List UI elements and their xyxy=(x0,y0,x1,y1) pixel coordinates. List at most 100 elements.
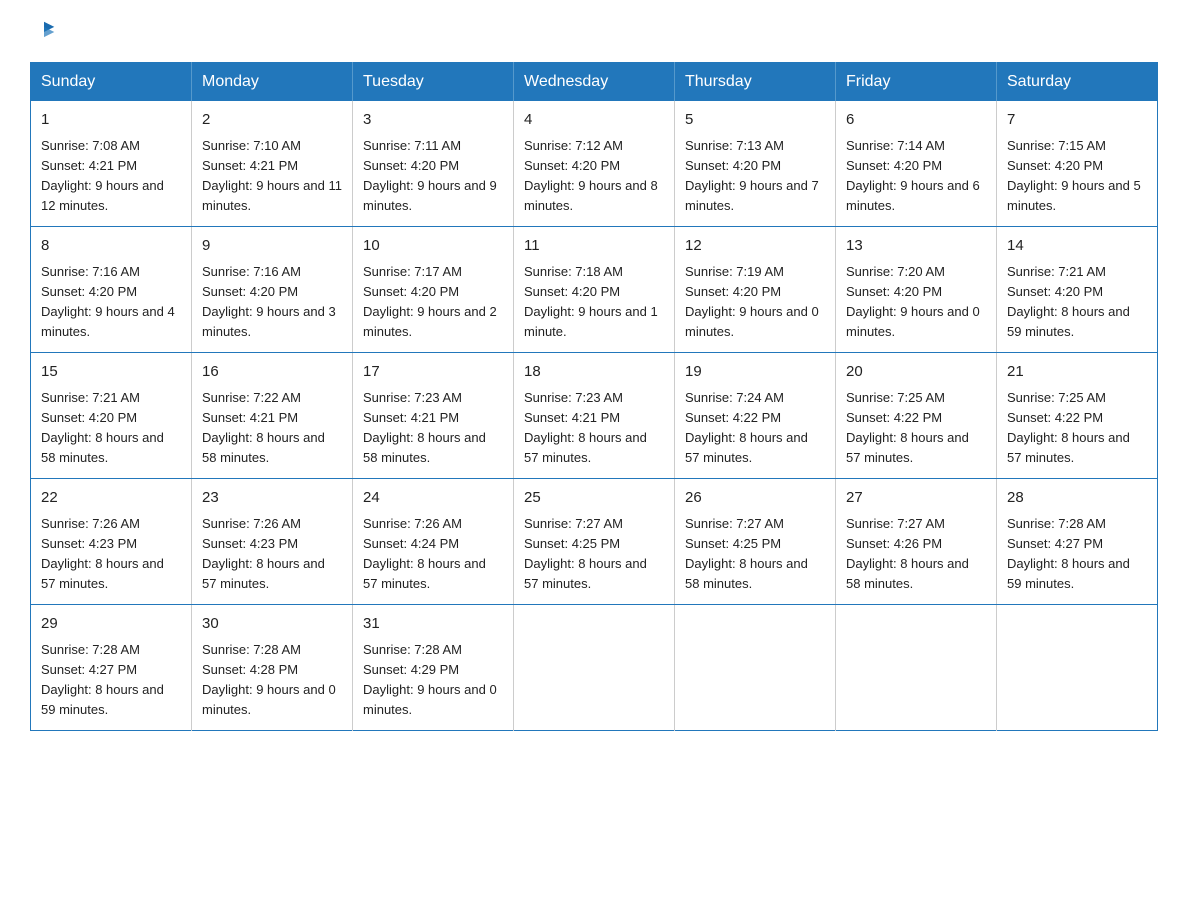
logo-flag-icon xyxy=(32,20,56,44)
calendar-day-cell: 6 Sunrise: 7:14 AM Sunset: 4:20 PM Dayli… xyxy=(836,101,997,227)
weekday-header-sunday: Sunday xyxy=(31,63,192,102)
calendar-week-row: 1 Sunrise: 7:08 AM Sunset: 4:21 PM Dayli… xyxy=(31,101,1158,227)
day-info: Sunrise: 7:23 AM Sunset: 4:21 PM Dayligh… xyxy=(524,388,664,469)
day-number: 27 xyxy=(846,487,986,510)
day-info: Sunrise: 7:27 AM Sunset: 4:25 PM Dayligh… xyxy=(685,514,825,595)
calendar-day-cell: 24 Sunrise: 7:26 AM Sunset: 4:24 PM Dayl… xyxy=(353,479,514,605)
day-info: Sunrise: 7:26 AM Sunset: 4:23 PM Dayligh… xyxy=(202,514,342,595)
calendar-day-cell: 23 Sunrise: 7:26 AM Sunset: 4:23 PM Dayl… xyxy=(192,479,353,605)
calendar-empty-cell xyxy=(997,605,1158,731)
day-number: 24 xyxy=(363,487,503,510)
day-info: Sunrise: 7:27 AM Sunset: 4:25 PM Dayligh… xyxy=(524,514,664,595)
calendar-day-cell: 31 Sunrise: 7:28 AM Sunset: 4:29 PM Dayl… xyxy=(353,605,514,731)
day-number: 9 xyxy=(202,235,342,258)
day-info: Sunrise: 7:28 AM Sunset: 4:28 PM Dayligh… xyxy=(202,640,342,721)
calendar-day-cell: 14 Sunrise: 7:21 AM Sunset: 4:20 PM Dayl… xyxy=(997,227,1158,353)
calendar-day-cell: 25 Sunrise: 7:27 AM Sunset: 4:25 PM Dayl… xyxy=(514,479,675,605)
weekday-header-friday: Friday xyxy=(836,63,997,102)
day-number: 20 xyxy=(846,361,986,384)
day-info: Sunrise: 7:10 AM Sunset: 4:21 PM Dayligh… xyxy=(202,136,342,217)
calendar-day-cell: 10 Sunrise: 7:17 AM Sunset: 4:20 PM Dayl… xyxy=(353,227,514,353)
day-info: Sunrise: 7:27 AM Sunset: 4:26 PM Dayligh… xyxy=(846,514,986,595)
calendar-day-cell: 12 Sunrise: 7:19 AM Sunset: 4:20 PM Dayl… xyxy=(675,227,836,353)
day-info: Sunrise: 7:16 AM Sunset: 4:20 PM Dayligh… xyxy=(41,262,181,343)
day-number: 4 xyxy=(524,109,664,132)
day-info: Sunrise: 7:28 AM Sunset: 4:27 PM Dayligh… xyxy=(1007,514,1147,595)
calendar-week-row: 22 Sunrise: 7:26 AM Sunset: 4:23 PM Dayl… xyxy=(31,479,1158,605)
day-number: 16 xyxy=(202,361,342,384)
logo xyxy=(30,20,56,44)
day-info: Sunrise: 7:12 AM Sunset: 4:20 PM Dayligh… xyxy=(524,136,664,217)
day-number: 10 xyxy=(363,235,503,258)
day-number: 7 xyxy=(1007,109,1147,132)
day-number: 23 xyxy=(202,487,342,510)
calendar-empty-cell xyxy=(675,605,836,731)
calendar-day-cell: 30 Sunrise: 7:28 AM Sunset: 4:28 PM Dayl… xyxy=(192,605,353,731)
day-info: Sunrise: 7:18 AM Sunset: 4:20 PM Dayligh… xyxy=(524,262,664,343)
day-number: 6 xyxy=(846,109,986,132)
day-number: 14 xyxy=(1007,235,1147,258)
day-info: Sunrise: 7:25 AM Sunset: 4:22 PM Dayligh… xyxy=(1007,388,1147,469)
calendar-day-cell: 13 Sunrise: 7:20 AM Sunset: 4:20 PM Dayl… xyxy=(836,227,997,353)
calendar-day-cell: 21 Sunrise: 7:25 AM Sunset: 4:22 PM Dayl… xyxy=(997,353,1158,479)
calendar-day-cell: 22 Sunrise: 7:26 AM Sunset: 4:23 PM Dayl… xyxy=(31,479,192,605)
calendar-day-cell: 29 Sunrise: 7:28 AM Sunset: 4:27 PM Dayl… xyxy=(31,605,192,731)
day-number: 17 xyxy=(363,361,503,384)
calendar-day-cell: 9 Sunrise: 7:16 AM Sunset: 4:20 PM Dayli… xyxy=(192,227,353,353)
calendar-week-row: 8 Sunrise: 7:16 AM Sunset: 4:20 PM Dayli… xyxy=(31,227,1158,353)
calendar-day-cell: 8 Sunrise: 7:16 AM Sunset: 4:20 PM Dayli… xyxy=(31,227,192,353)
day-info: Sunrise: 7:22 AM Sunset: 4:21 PM Dayligh… xyxy=(202,388,342,469)
day-number: 28 xyxy=(1007,487,1147,510)
day-number: 31 xyxy=(363,613,503,636)
calendar-day-cell: 28 Sunrise: 7:28 AM Sunset: 4:27 PM Dayl… xyxy=(997,479,1158,605)
calendar-day-cell: 20 Sunrise: 7:25 AM Sunset: 4:22 PM Dayl… xyxy=(836,353,997,479)
day-number: 21 xyxy=(1007,361,1147,384)
day-info: Sunrise: 7:08 AM Sunset: 4:21 PM Dayligh… xyxy=(41,136,181,217)
day-number: 8 xyxy=(41,235,181,258)
weekday-header-thursday: Thursday xyxy=(675,63,836,102)
day-number: 22 xyxy=(41,487,181,510)
day-number: 29 xyxy=(41,613,181,636)
day-info: Sunrise: 7:14 AM Sunset: 4:20 PM Dayligh… xyxy=(846,136,986,217)
day-number: 2 xyxy=(202,109,342,132)
day-info: Sunrise: 7:21 AM Sunset: 4:20 PM Dayligh… xyxy=(1007,262,1147,343)
calendar-day-cell: 17 Sunrise: 7:23 AM Sunset: 4:21 PM Dayl… xyxy=(353,353,514,479)
day-info: Sunrise: 7:21 AM Sunset: 4:20 PM Dayligh… xyxy=(41,388,181,469)
calendar-day-cell: 7 Sunrise: 7:15 AM Sunset: 4:20 PM Dayli… xyxy=(997,101,1158,227)
day-info: Sunrise: 7:15 AM Sunset: 4:20 PM Dayligh… xyxy=(1007,136,1147,217)
calendar-day-cell: 27 Sunrise: 7:27 AM Sunset: 4:26 PM Dayl… xyxy=(836,479,997,605)
day-info: Sunrise: 7:17 AM Sunset: 4:20 PM Dayligh… xyxy=(363,262,503,343)
day-number: 18 xyxy=(524,361,664,384)
day-info: Sunrise: 7:16 AM Sunset: 4:20 PM Dayligh… xyxy=(202,262,342,343)
weekday-header-wednesday: Wednesday xyxy=(514,63,675,102)
calendar-table: SundayMondayTuesdayWednesdayThursdayFrid… xyxy=(30,62,1158,731)
page-header xyxy=(30,20,1158,44)
day-number: 12 xyxy=(685,235,825,258)
day-number: 3 xyxy=(363,109,503,132)
calendar-day-cell: 5 Sunrise: 7:13 AM Sunset: 4:20 PM Dayli… xyxy=(675,101,836,227)
day-info: Sunrise: 7:20 AM Sunset: 4:20 PM Dayligh… xyxy=(846,262,986,343)
day-info: Sunrise: 7:19 AM Sunset: 4:20 PM Dayligh… xyxy=(685,262,825,343)
calendar-day-cell: 18 Sunrise: 7:23 AM Sunset: 4:21 PM Dayl… xyxy=(514,353,675,479)
calendar-day-cell: 19 Sunrise: 7:24 AM Sunset: 4:22 PM Dayl… xyxy=(675,353,836,479)
day-info: Sunrise: 7:28 AM Sunset: 4:27 PM Dayligh… xyxy=(41,640,181,721)
calendar-empty-cell xyxy=(514,605,675,731)
weekday-header-tuesday: Tuesday xyxy=(353,63,514,102)
calendar-day-cell: 4 Sunrise: 7:12 AM Sunset: 4:20 PM Dayli… xyxy=(514,101,675,227)
weekday-header-monday: Monday xyxy=(192,63,353,102)
calendar-day-cell: 1 Sunrise: 7:08 AM Sunset: 4:21 PM Dayli… xyxy=(31,101,192,227)
calendar-header-row: SundayMondayTuesdayWednesdayThursdayFrid… xyxy=(31,63,1158,102)
day-number: 26 xyxy=(685,487,825,510)
day-info: Sunrise: 7:28 AM Sunset: 4:29 PM Dayligh… xyxy=(363,640,503,721)
day-number: 30 xyxy=(202,613,342,636)
calendar-day-cell: 16 Sunrise: 7:22 AM Sunset: 4:21 PM Dayl… xyxy=(192,353,353,479)
calendar-day-cell: 26 Sunrise: 7:27 AM Sunset: 4:25 PM Dayl… xyxy=(675,479,836,605)
day-number: 13 xyxy=(846,235,986,258)
day-number: 25 xyxy=(524,487,664,510)
day-number: 15 xyxy=(41,361,181,384)
day-number: 11 xyxy=(524,235,664,258)
day-number: 1 xyxy=(41,109,181,132)
day-info: Sunrise: 7:25 AM Sunset: 4:22 PM Dayligh… xyxy=(846,388,986,469)
calendar-day-cell: 2 Sunrise: 7:10 AM Sunset: 4:21 PM Dayli… xyxy=(192,101,353,227)
weekday-header-saturday: Saturday xyxy=(997,63,1158,102)
